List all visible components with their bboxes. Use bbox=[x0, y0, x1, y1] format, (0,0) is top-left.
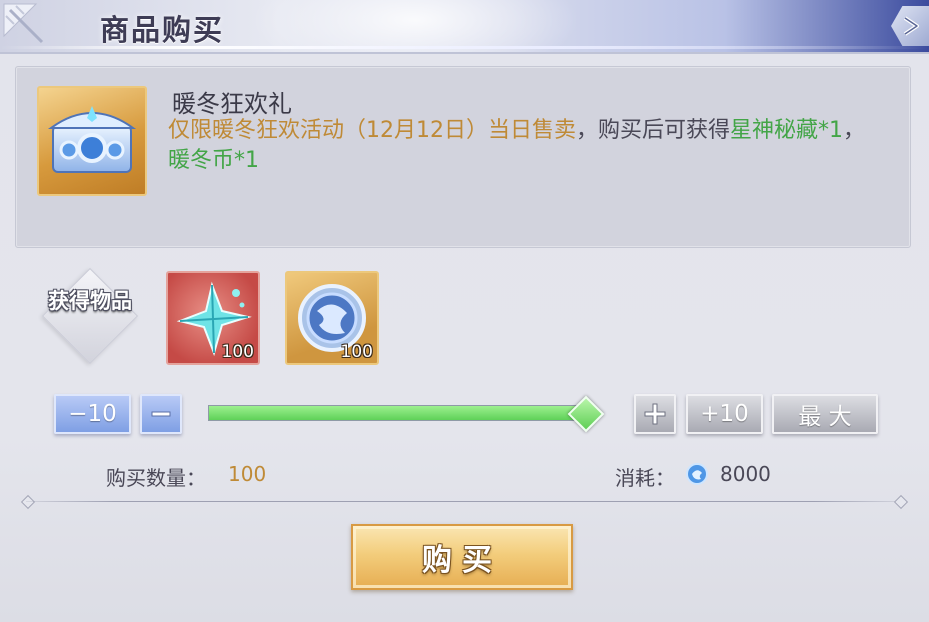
close-button[interactable] bbox=[891, 6, 929, 46]
max-button[interactable]: 最 大 bbox=[772, 394, 878, 434]
quantity-slider-fill bbox=[209, 406, 585, 420]
quantity-label: 购买数量： bbox=[106, 466, 206, 490]
plus-10-button[interactable]: +10 bbox=[686, 394, 763, 434]
plus-icon bbox=[644, 403, 666, 425]
title-bar: 商品购买 bbox=[0, 0, 929, 54]
item-name: 暖冬狂欢礼 bbox=[172, 90, 292, 118]
rewards-label-diamond bbox=[41, 267, 139, 365]
close-chevron-icon bbox=[903, 16, 919, 36]
quantity-slider-track[interactable] bbox=[208, 405, 586, 421]
minus-10-button[interactable]: −10 bbox=[54, 394, 131, 434]
desc-after-purchase-text: ，购买后可获得 bbox=[576, 118, 731, 143]
cost-label: 消耗： bbox=[615, 466, 675, 490]
desc-reward-1: 星神秘藏*1 bbox=[730, 118, 844, 143]
minus-icon bbox=[151, 411, 171, 417]
reward-item-coin[interactable]: 100 bbox=[285, 271, 379, 365]
divider-left-cap bbox=[20, 494, 36, 510]
desc-reward-2: 暖冬币*1 bbox=[168, 148, 259, 173]
plus-button[interactable] bbox=[634, 394, 676, 434]
desc-event-text: 仅限暖冬狂欢活动（12月12日）当日售卖 bbox=[168, 118, 576, 143]
quantity-value: 100 bbox=[228, 462, 267, 486]
minus-button[interactable] bbox=[140, 394, 182, 434]
divider-line bbox=[26, 501, 902, 502]
quantity-slider-handle[interactable] bbox=[567, 395, 605, 433]
treasure-chest-icon bbox=[47, 106, 137, 173]
item-description: 仅限暖冬狂欢活动（12月12日）当日售卖，购买后可获得星神秘藏*1， 暖冬币*1 bbox=[168, 116, 886, 176]
desc-separator: ， bbox=[843, 118, 866, 143]
reward-count: 100 bbox=[340, 342, 373, 362]
blue-gem-icon bbox=[686, 463, 708, 485]
rewards-label-badge: 获得物品 bbox=[41, 267, 139, 365]
item-icon-frame bbox=[37, 86, 147, 196]
rewards-label-text: 获得物品 bbox=[48, 289, 132, 313]
dialog-title: 商品购买 bbox=[100, 13, 225, 47]
buy-button[interactable]: 购买 bbox=[351, 524, 573, 590]
corner-ornament-icon bbox=[3, 3, 44, 44]
reward-count: 100 bbox=[221, 342, 254, 362]
cost-value: 8000 bbox=[720, 462, 771, 486]
divider-right-cap bbox=[893, 494, 909, 510]
reward-item-crystal[interactable]: 100 bbox=[166, 271, 260, 365]
